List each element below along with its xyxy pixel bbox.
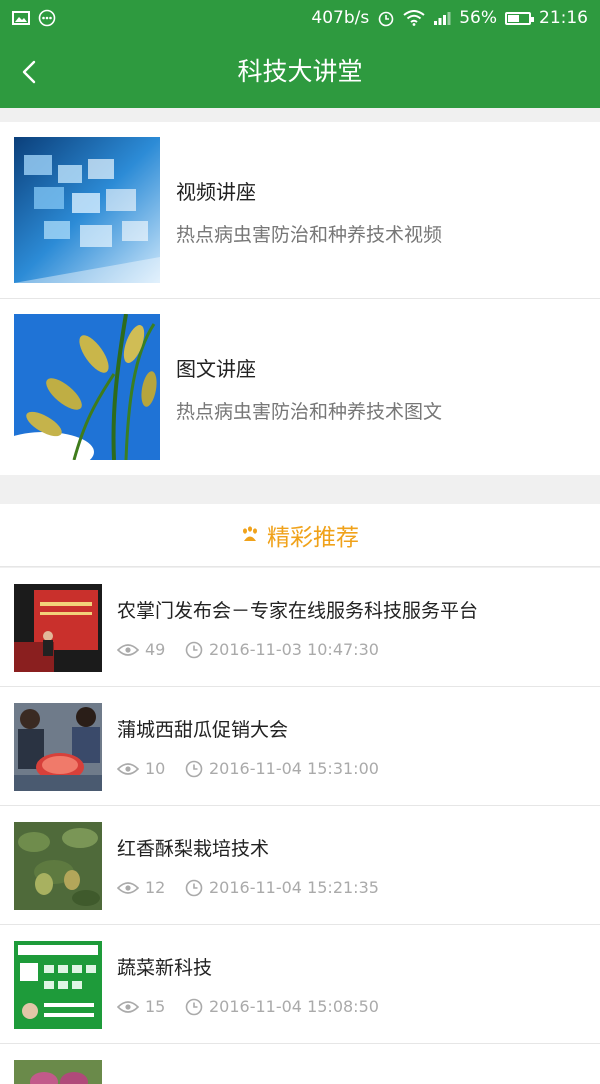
signal-icon <box>434 12 451 25</box>
view-count: 15 <box>145 997 166 1016</box>
chat-notification-icon <box>38 9 56 27</box>
wifi-icon <box>403 10 425 26</box>
lecture-title: 图文讲座 <box>176 357 256 381</box>
app-header: 科技大讲堂 <box>0 36 600 108</box>
publish-time: 2016-11-03 10:47:30 <box>209 640 379 659</box>
alarm-icon <box>378 11 394 27</box>
publish-time: 2016-11-04 15:21:35 <box>209 878 379 897</box>
list-item-partial[interactable] <box>0 1044 600 1084</box>
lecture-title: 视频讲座 <box>176 180 256 204</box>
view-count: 12 <box>145 878 166 897</box>
news-meta: 15 2016-11-04 15:08:50 <box>117 997 379 1016</box>
news-meta: 12 2016-11-04 15:21:35 <box>117 878 379 897</box>
news-thumbnail <box>14 1060 102 1084</box>
list-item[interactable]: 蔬菜新科技 15 2016-11-04 15:08:50 <box>0 925 600 1044</box>
lecture-item-article[interactable]: 图文讲座 热点病虫害防治和种养技术图文 <box>0 299 600 475</box>
publish-time: 2016-11-04 15:31:00 <box>209 759 379 778</box>
network-speed: 407b/s <box>311 8 370 28</box>
battery-icon <box>505 11 534 25</box>
lecture-subtitle: 热点病虫害防治和种养技术视频 <box>176 224 443 246</box>
news-title: 红香酥梨栽培技术 <box>117 838 270 860</box>
clock-icon <box>185 641 203 658</box>
news-thumbnail <box>14 941 102 1029</box>
news-list: 农掌门发布会－专家在线服务科技服务平台 49 2016-11-03 10:47:… <box>0 568 600 1084</box>
status-bar: 407b/s 56% 21:16 <box>0 0 600 36</box>
lecture-subtitle: 热点病虫害防治和种养技术图文 <box>176 401 443 423</box>
news-title: 农掌门发布会－专家在线服务科技服务平台 <box>117 600 479 622</box>
article-lecture-thumbnail <box>14 314 160 460</box>
eye-icon <box>117 643 139 656</box>
recommend-label: 精彩推荐 <box>267 525 359 551</box>
news-meta: 49 2016-11-03 10:47:30 <box>117 640 379 659</box>
news-thumbnail <box>14 703 102 791</box>
battery-percent: 56% <box>459 8 497 28</box>
recommend-header: 精彩推荐 <box>0 504 600 567</box>
news-meta: 10 2016-11-04 15:31:00 <box>117 759 379 778</box>
list-item[interactable]: 红香酥梨栽培技术 12 2016-11-04 15:21:35 <box>0 806 600 925</box>
clock-icon <box>185 998 203 1015</box>
video-lecture-thumbnail <box>14 137 160 283</box>
news-thumbnail <box>14 584 102 672</box>
eye-icon <box>117 881 139 894</box>
news-thumbnail <box>14 822 102 910</box>
news-title: 蔬菜新科技 <box>117 957 213 979</box>
lecture-list: 视频讲座 热点病虫害防治和种养技术视频 图文讲座 热点病虫害防治和种养技术图文 <box>0 122 600 475</box>
lecture-item-video[interactable]: 视频讲座 热点病虫害防治和种养技术视频 <box>0 122 600 299</box>
page-title: 科技大讲堂 <box>237 57 363 86</box>
eye-icon <box>117 762 139 775</box>
publish-time: 2016-11-04 15:08:50 <box>209 997 379 1016</box>
view-count: 10 <box>145 759 166 778</box>
clock-icon <box>185 879 203 896</box>
image-notification-icon <box>12 11 30 25</box>
clock: 21:16 <box>539 8 588 28</box>
view-count: 49 <box>145 640 166 659</box>
clock-icon <box>185 760 203 777</box>
eye-icon <box>117 1000 139 1013</box>
list-item[interactable]: 农掌门发布会－专家在线服务科技服务平台 49 2016-11-03 10:47:… <box>0 568 600 687</box>
paw-icon <box>243 526 257 541</box>
list-item[interactable]: 蒲城西甜瓜促销大会 10 2016-11-04 15:31:00 <box>0 687 600 806</box>
news-title: 蒲城西甜瓜促销大会 <box>117 719 289 741</box>
